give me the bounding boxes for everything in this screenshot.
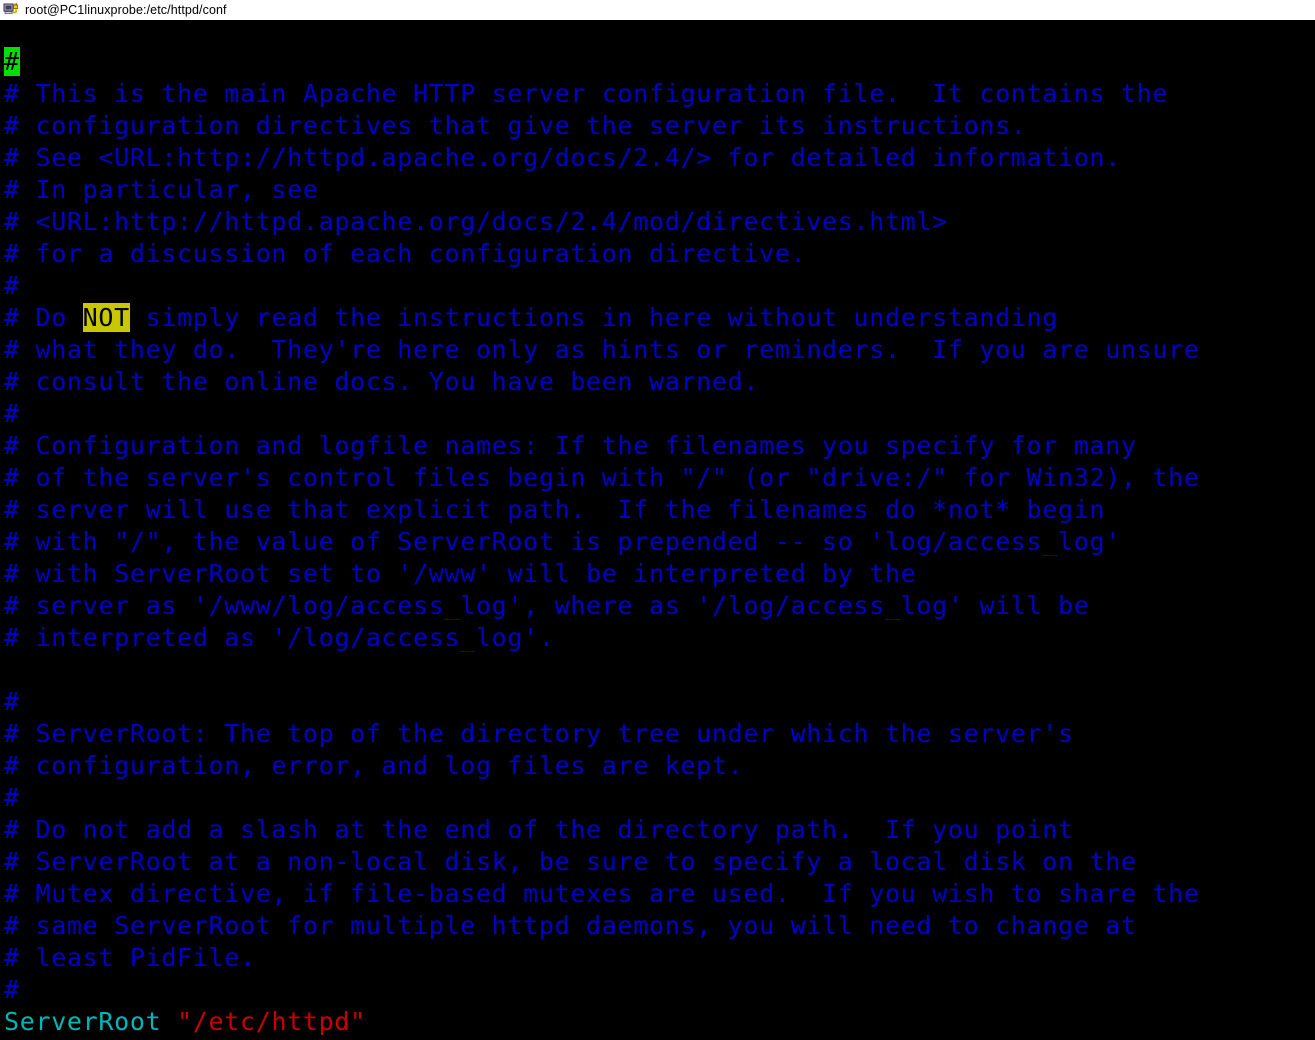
terminal-line: # configuration, error, and log files ar… [4,750,1200,782]
putty-terminal-icon [3,3,19,14]
terminal-line: # least PidFile. [4,942,1200,974]
comment-text: # <URL:http://httpd.apache.org/docs/2.4/… [4,207,948,236]
comment-text: # [4,783,20,812]
comment-text: # Do [4,303,83,332]
terminal-line: # configuration directives that give the… [4,110,1200,142]
comment-text: # interpreted as '/log/access_log'. [4,623,555,652]
comment-text [4,655,20,684]
terminal-line: # [4,782,1200,814]
terminal-screen[interactable]: # # This is the main Apache HTTP server c… [0,21,1315,1039]
terminal-line: # consult the online docs. You have been… [4,366,1200,398]
terminal-line: # <URL:http://httpd.apache.org/docs/2.4/… [4,206,1200,238]
comment-text: # of the server's control files begin wi… [4,463,1200,492]
terminal-line: # In particular, see [4,174,1200,206]
terminal-line: # ServerRoot: The top of the directory t… [4,718,1200,750]
comment-text: # configuration, error, and log files ar… [4,751,744,780]
window-title-text: root@PC1linuxprobe:/etc/httpd/conf [25,3,227,17]
terminal-line: # for a discussion of each configuration… [4,238,1200,270]
terminal-line: # ServerRoot at a non-local disk, be sur… [4,846,1200,878]
terminal-line: # [4,974,1200,1006]
comment-text: # same ServerRoot for multiple httpd dae… [4,911,1137,940]
comment-text: # [4,271,20,300]
terminal-line: # [4,398,1200,430]
comment-text: # with "/", the value of ServerRoot is p… [4,527,1121,556]
comment-text: # This is the main Apache HTTP server co… [4,79,1169,108]
terminal-line: # Mutex directive, if file-based mutexes… [4,878,1200,910]
comment-text: simply read the instructions in here wit… [129,303,1059,332]
terminal-line: # Do NOT simply read the instructions in… [4,302,1200,334]
terminal-line: # of the server's control files begin wi… [4,462,1200,494]
directive-value-string: "/etc/httpd" [177,1007,366,1036]
comment-text: # ServerRoot at a non-local disk, be sur… [4,847,1137,876]
terminal-line: ServerRoot "/etc/httpd" [4,1006,1200,1038]
comment-text: # for a discussion of each configuration… [4,239,807,268]
terminal-line: # Configuration and logfile names: If th… [4,430,1200,462]
terminal-line: # See <URL:http://httpd.apache.org/docs/… [4,142,1200,174]
comment-text: # Configuration and logfile names: If th… [4,431,1137,460]
comment-text: # [4,399,20,428]
terminal-line: # Do not add a slash at the end of the d… [4,814,1200,846]
window-titlebar[interactable]: root@PC1linuxprobe:/etc/httpd/conf [0,0,1315,21]
comment-text: # with ServerRoot set to '/www' will be … [4,559,917,588]
terminal-line: # what they do. They're here only as hin… [4,334,1200,366]
comment-text: # configuration directives that give the… [4,111,1027,140]
comment-text: # what they do. They're here only as hin… [4,335,1200,364]
comment-text [161,1007,177,1036]
terminal-line: # server as '/www/log/access_log', where… [4,590,1200,622]
comment-text: # consult the online docs. You have been… [4,367,760,396]
terminal-text-buffer: # # This is the main Apache HTTP server c… [4,46,1200,1038]
comment-text: # [4,687,20,716]
terminal-line: # interpreted as '/log/access_log'. [4,622,1200,654]
terminal-line [4,654,1200,686]
comment-text: # See <URL:http://httpd.apache.org/docs/… [4,143,1121,172]
terminal-line: # [4,46,1200,78]
comment-text: # Mutex directive, if file-based mutexes… [4,879,1200,908]
terminal-cursor[interactable]: # [4,47,20,76]
comment-text: # ServerRoot: The top of the directory t… [4,719,1074,748]
comment-text: # server will use that explicit path. If… [4,495,1106,524]
comment-text: # least PidFile. [4,943,256,972]
terminal-line: # with "/", the value of ServerRoot is p… [4,526,1200,558]
terminal-line: # server will use that explicit path. If… [4,494,1200,526]
terminal-line: # This is the main Apache HTTP server co… [4,78,1200,110]
directive-keyword: ServerRoot [4,1007,162,1036]
terminal-line: # with ServerRoot set to '/www' will be … [4,558,1200,590]
terminal-line: # [4,270,1200,302]
terminal-line: # [4,686,1200,718]
comment-text: # In particular, see [4,175,319,204]
search-highlight: NOT [82,303,130,332]
comment-text: # [4,975,20,1004]
comment-text: # Do not add a slash at the end of the d… [4,815,1074,844]
comment-text: # server as '/www/log/access_log', where… [4,591,1090,620]
terminal-line: # same ServerRoot for multiple httpd dae… [4,910,1200,942]
